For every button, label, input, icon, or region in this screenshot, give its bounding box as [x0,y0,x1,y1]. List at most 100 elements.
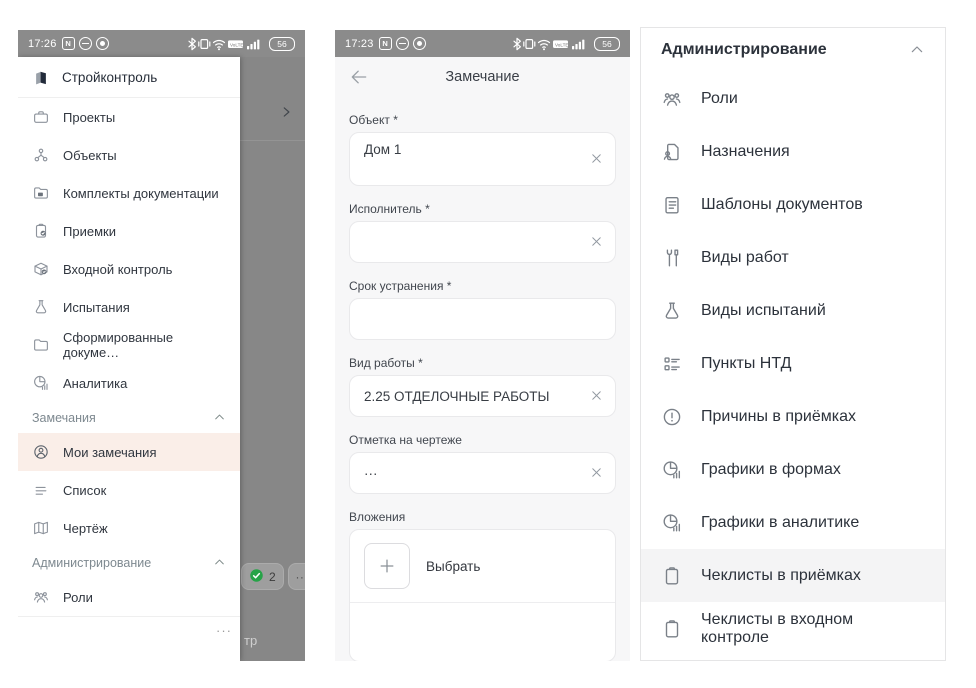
admin-list-item[interactable]: Чеклисты в входном контроле [641,602,945,655]
drawer-item-label: Проекты [63,110,115,125]
field-input[interactable] [349,221,616,263]
drawer-item-label: Комплекты документации [63,186,219,201]
dimmed-backdrop[interactable]: 2 ··· тр [240,57,305,661]
divider [240,140,305,141]
vibrate-icon [199,39,210,48]
folder-lock-icon [32,184,50,202]
users-icon [32,588,50,606]
status-badge: 2 ··· [241,563,305,590]
alert-circle-icon [661,406,683,428]
svg-text:VoLTE: VoLTE [555,42,568,47]
app-header: Стройконтроль [18,57,240,98]
drawer-item[interactable]: Роли [18,578,240,616]
clear-icon[interactable] [589,151,605,167]
bluetooth-icon [189,38,195,49]
divider [18,616,240,617]
drawer-item[interactable]: Проекты [18,98,240,136]
box-check-icon [32,260,50,278]
clear-icon[interactable] [589,234,605,250]
more-options-icon[interactable]: ··· [288,563,305,590]
drawer-item[interactable]: Объекты [18,136,240,174]
checklist-icon [661,353,683,375]
left-screenshot-nav-drawer: 17:26 N VoLTE 56 2 ··· тр Стройконтроль [18,30,305,661]
status-bar: 17:26 N VoLTE 56 [18,30,305,57]
chevron-up-icon [213,556,226,569]
admin-list-item[interactable]: Причины в приёмках [641,390,945,443]
section-title: Администрирование [661,41,827,59]
admin-list-item[interactable]: Графики в формах [641,443,945,496]
clear-icon[interactable] [589,388,605,404]
person-circle-icon [32,443,50,461]
drawer-item-label: Объекты [63,148,117,163]
choose-attachment-label[interactable]: Выбрать [426,559,480,574]
admin-list-item[interactable]: Чеклисты в приёмках [641,549,945,602]
drawer-item[interactable]: Сформированные докуме… [18,326,240,364]
field-label: Объект * [349,113,616,127]
admin-item-label: Виды работ [701,249,789,267]
briefcase-icon [32,108,50,126]
chart-pie-icon [661,512,683,534]
drawer-item-label: Приемки [63,224,116,239]
hierarchy-icon [32,146,50,164]
more-options-icon[interactable]: ··· [216,623,232,638]
admin-item-label: Пункты НТД [701,355,791,373]
admin-list-item[interactable]: Пункты НТД [641,337,945,390]
admin-list-item[interactable]: Шаблоны документов [641,178,945,231]
wifi-icon [214,40,225,50]
section-header-administration[interactable]: Администрирование [641,28,945,72]
admin-list-item[interactable]: Назначения [641,125,945,178]
field-value: 2.25 ОТДЕЛОЧНЫЕ РАБОТЫ [364,389,550,404]
admin-item-label: Причины в приёмках [701,408,856,426]
chart-pie-icon [661,459,683,481]
drawer-item-label: Список [63,483,106,498]
admin-list-item[interactable]: Графики в аналитике [641,496,945,549]
drawer-item-label: Сформированные докуме… [63,330,226,360]
drawer-item[interactable]: Входной контроль [18,250,240,288]
drawer-item[interactable]: Комплекты документации [18,174,240,212]
battery-icon: 56 [594,37,620,51]
drawer-item[interactable]: Список [18,471,240,509]
drawer-section-header[interactable]: Администрирование [18,547,240,578]
back-arrow-icon[interactable] [349,67,369,87]
drawer-item[interactable]: Мои замечания [18,433,240,471]
field-label: Срок устранения * [349,279,616,293]
drawer-section-label: Замечания [32,411,96,425]
admin-item-label: Чеклисты в приёмках [701,567,861,585]
wifi-icon [539,40,550,50]
add-attachment-button[interactable] [364,543,410,589]
app-logo [32,68,50,86]
dnd-icon [396,37,409,50]
clock: 17:26 [28,38,57,50]
users-icon [661,88,683,110]
vibrate-icon [524,39,535,48]
field-input[interactable] [349,298,616,340]
drawer-section-header[interactable]: Замечания [18,402,240,433]
clipboard-icon [661,618,683,640]
field-input[interactable]: Дом 1 [349,132,616,186]
drawer-item-label: Чертёж [63,521,108,536]
attachments-label: Вложения [349,510,616,524]
drawer-item[interactable]: Испытания [18,288,240,326]
field-input[interactable]: 2.25 ОТДЕЛОЧНЫЕ РАБОТЫ [349,375,616,417]
clear-icon[interactable] [589,465,605,481]
admin-list-item[interactable]: Виды испытаний [641,284,945,337]
field-value: ··· [364,466,378,481]
clipboard-lines-icon [661,194,683,216]
truncated-background-text: тр [244,633,257,648]
admin-item-label: Виды испытаний [701,302,826,320]
status-bar: 17:23 N VoLTE 56 [335,30,630,57]
admin-item-label: Шаблоны документов [701,196,863,214]
drawer-item[interactable]: Чертёж [18,509,240,547]
admin-list-item[interactable]: Роли [641,72,945,125]
drawer-item[interactable]: Аналитика [18,364,240,402]
tools-icon [661,247,683,269]
admin-item-label: Графики в аналитике [701,514,859,532]
attachments-card: Выбрать [349,529,616,661]
svg-text:VoLTE: VoLTE [230,42,243,47]
clock: 17:23 [345,38,374,50]
drawer-item[interactable]: Приемки [18,212,240,250]
form-header: Замечание [335,57,630,97]
clipboard-check-icon [32,222,50,240]
field-input[interactable]: ··· [349,452,616,494]
admin-list-item[interactable]: Виды работ [641,231,945,284]
